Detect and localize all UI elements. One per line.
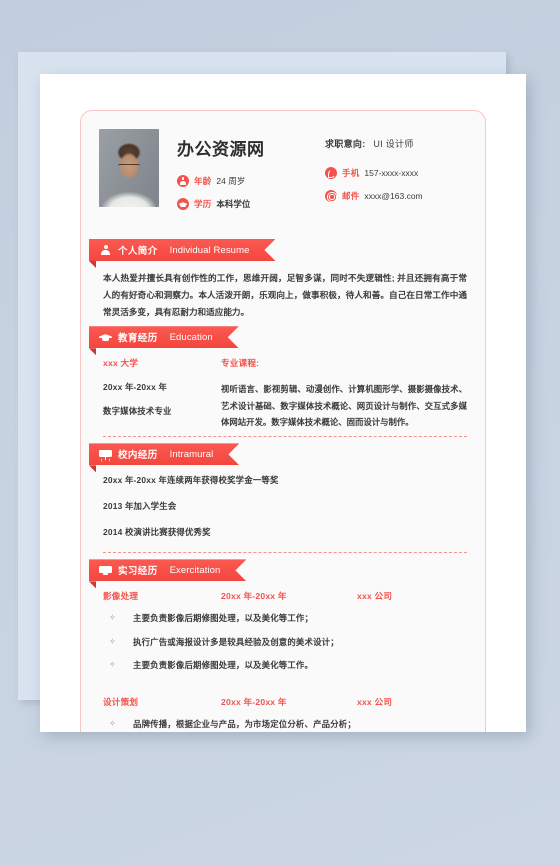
header-main: 办公资源网 年龄 24 周岁 学历 本科学位 求职意向: UI 设计师 手机 1… (159, 129, 469, 221)
contact-label-education: 学历 (194, 199, 212, 209)
job-header: 影像处理 20xx 年-20xx 年 xxx 公司 (103, 590, 467, 602)
job-objective-label: 求职意向: (325, 139, 366, 149)
page-title: 办公资源网 (177, 140, 265, 159)
bullet-item: ✧ 主要负责影像后期修图处理，以及美化等工作。 (103, 660, 467, 670)
ribbon-banner: 个人简介 Individual Resume (89, 239, 275, 261)
resume-page: 办公资源网 年龄 24 周岁 学历 本科学位 求职意向: UI 设计师 手机 1… (40, 74, 526, 732)
job-entry: 影像处理 20xx 年-20xx 年 xxx 公司 ✧ 主要负责影像后期修图处理… (103, 590, 467, 669)
bullet-item: ✧ 品牌传播，根据企业与产品，为市场定位分析、产品分析； (103, 719, 467, 729)
section-title-cn: 个人简介 (118, 246, 158, 257)
section-intramural: 校内经历 Intramural 20xx 年-20xx 年连续两年获得校奖学金一… (81, 443, 485, 554)
list-item: 2014 校演讲比赛获得优秀奖 (103, 527, 211, 538)
ribbon-banner: 教育经历 Education (89, 326, 239, 348)
education-entry: xxx 大学 20xx 年-20xx 年 数字媒体技术专业 专业课程: 视听语言… (103, 357, 467, 430)
person-icon (177, 175, 189, 187)
education-right-column: 专业课程: 视听语言、影视剪辑、动漫创作、计算机图形学、摄影摄像技术、艺术设计基… (221, 357, 467, 430)
job-header: 设计策划 20xx 年-20xx 年 xxx 公司 (103, 696, 467, 708)
section-title-en: Education (169, 331, 213, 343)
contact-row-phone[interactable]: 手机 157-xxxx-xxxx (325, 167, 469, 179)
section-title-cn: 校内经历 (118, 450, 158, 462)
section-title-en: Intramural (169, 448, 214, 460)
bullet-text: 主要负责影像后期修图处理，以及美化等工作； (133, 613, 314, 624)
section-title-en: Individual Resume (169, 244, 250, 256)
contact-label-age: 年龄 (194, 176, 212, 186)
section-header-intramural: 校内经历 Intramural (89, 443, 485, 473)
diamond-bullet-icon: ✧ (109, 613, 116, 623)
job-objective: 求职意向: UI 设计师 (325, 137, 469, 150)
contact-value-age: 24 周岁 (216, 176, 246, 186)
contact-label-email: 邮件 (342, 191, 360, 201)
section-exercitation: 实习经历 Exercitation 影像处理 20xx 年-20xx 年 xxx… (81, 559, 485, 729)
person-icon (99, 244, 112, 257)
ribbon-banner: 校内经历 Intramural (89, 443, 239, 465)
diamond-bullet-icon: ✧ (109, 636, 116, 646)
section-body-intramural: 20xx 年-20xx 年连续两年获得校奖学金一等奖 2013 年加入学生会 2… (81, 465, 485, 538)
contact-label-phone: 手机 (342, 168, 360, 178)
page-stack: 办公资源网 年龄 24 周岁 学历 本科学位 求职意向: UI 设计师 手机 1… (18, 52, 526, 732)
graduation-cap-icon (99, 331, 112, 344)
header-contact: 求职意向: UI 设计师 手机 157-xxxx-xxxx 邮件 xxxx@16… (325, 135, 469, 221)
resume-header: 办公资源网 年龄 24 周岁 学历 本科学位 求职意向: UI 设计师 手机 1… (81, 111, 485, 233)
ribbon-banner: 实习经历 Exercitation (89, 559, 246, 581)
header-identity: 办公资源网 年龄 24 周岁 学历 本科学位 (177, 135, 325, 221)
contact-row-education: 学历 本科学位 (177, 198, 325, 210)
contact-row-age: 年龄 24 周岁 (177, 175, 325, 187)
contact-value-education: 本科学位 (216, 199, 251, 209)
graduation-cap-icon (177, 198, 189, 210)
job-period: 20xx 年-20xx 年 (221, 696, 287, 707)
section-body-education: xxx 大学 20xx 年-20xx 年 数字媒体技术专业 专业课程: 视听语言… (81, 348, 485, 430)
avatar (99, 129, 159, 207)
section-individual-resume: 个人简介 Individual Resume 本人热爱并擅长具有创作性的工作，思… (81, 239, 485, 320)
section-title-en: Exercitation (169, 564, 221, 576)
education-school: xxx 大学 (103, 358, 139, 369)
job-role: 设计策划 (103, 696, 139, 707)
section-body-exercitation: 影像处理 20xx 年-20xx 年 xxx 公司 ✧ 主要负责影像后期修图处理… (81, 581, 485, 728)
section-divider (103, 552, 467, 554)
contact-value-email: xxxx@163.com (364, 191, 423, 201)
section-header-individual-resume: 个人简介 Individual Resume (89, 239, 485, 268)
job-company: xxx 公司 (357, 591, 393, 602)
education-major: 数字媒体技术专业 (103, 406, 172, 417)
monitor-icon (99, 564, 112, 577)
resume-card: 办公资源网 年龄 24 周岁 学历 本科学位 求职意向: UI 设计师 手机 1… (80, 110, 486, 732)
job-period: 20xx 年-20xx 年 (221, 591, 287, 602)
board-icon (99, 448, 112, 461)
contact-value-phone: 157-xxxx-xxxx (364, 168, 419, 178)
bullet-text: 品牌传播，根据企业与产品，为市场定位分析、产品分析； (133, 718, 356, 729)
diamond-bullet-icon: ✧ (109, 659, 116, 669)
education-left-column: xxx 大学 20xx 年-20xx 年 数字媒体技术专业 (103, 357, 221, 430)
list-item: 2013 年加入学生会 (103, 501, 177, 512)
bullet-item: ✧ 执行广告或海报设计多是较具经验及创意的美术设计； (103, 637, 467, 647)
contact-row-email[interactable]: 邮件 xxxx@163.com (325, 190, 469, 202)
mail-icon (325, 190, 337, 202)
job-objective-value: UI 设计师 (373, 139, 414, 149)
courses-text: 视听语言、影视剪辑、动漫创作、计算机图形学、摄影摄像技术、艺术设计基础、数字媒体… (221, 384, 467, 428)
section-title-cn: 实习经历 (118, 566, 158, 578)
bullet-text: 主要负责影像后期修图处理，以及美化等工作。 (133, 659, 314, 670)
section-divider (103, 436, 467, 438)
list-item: 20xx 年-20xx 年连续两年获得校奖学金一等奖 (103, 475, 279, 486)
summary-paragraph: 本人热爱并擅长具有创作性的工作，思维开阔，足智多谋，同时不失逻辑性; 并且还拥有… (103, 273, 467, 317)
bullet-item: ✧ 主要负责影像后期修图处理，以及美化等工作； (103, 613, 467, 623)
section-body-individual-resume: 本人热爱并擅长具有创作性的工作，思维开阔，足智多谋，同时不失逻辑性; 并且还拥有… (81, 261, 485, 320)
section-education: 教育经历 Education xxx 大学 20xx 年-20xx 年 数字媒体… (81, 326, 485, 438)
bullet-text: 执行广告或海报设计多是较具经验及创意的美术设计； (133, 636, 339, 647)
section-header-education: 教育经历 Education (89, 326, 485, 356)
section-title-cn: 教育经历 (118, 333, 158, 345)
courses-label: 专业课程: (221, 358, 260, 369)
education-period: 20xx 年-20xx 年 (103, 382, 168, 393)
job-entry: 设计策划 20xx 年-20xx 年 xxx 公司 ✧ 品牌传播，根据企业与产品… (103, 696, 467, 729)
section-header-exercitation: 实习经历 Exercitation (89, 559, 485, 589)
diamond-bullet-icon: ✧ (109, 718, 116, 728)
phone-icon (325, 167, 337, 179)
job-role: 影像处理 (103, 591, 139, 602)
job-company: xxx 公司 (357, 696, 393, 707)
